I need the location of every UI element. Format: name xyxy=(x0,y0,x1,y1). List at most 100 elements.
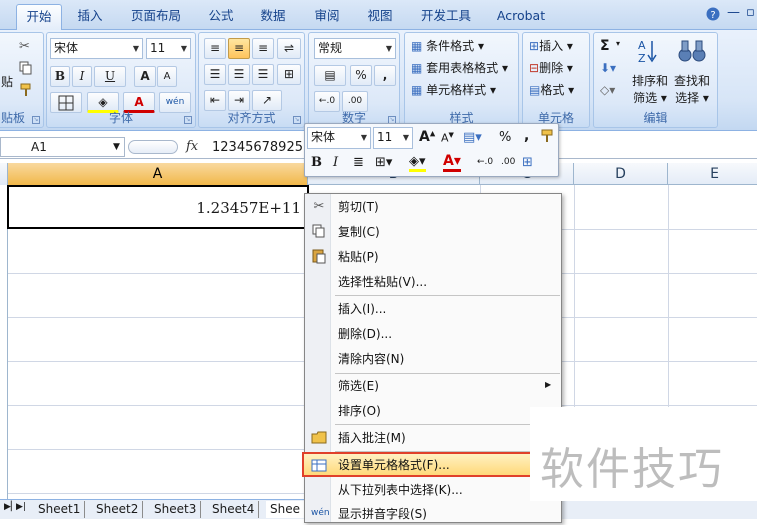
menu-item-insert-comment[interactable]: 插入批注(M) xyxy=(338,427,406,449)
align-bottom-icon[interactable]: ≡ xyxy=(252,38,274,59)
menu-item-copy[interactable]: 复制(C) xyxy=(338,221,380,243)
tab-data[interactable]: 数据 xyxy=(250,4,296,30)
column-header-e[interactable]: E xyxy=(668,163,757,185)
mini-percent-button[interactable]: % xyxy=(499,130,511,145)
sheet-tab-4[interactable]: Sheet4 xyxy=(208,501,260,518)
font-name-combo[interactable]: 宋体 ▼ xyxy=(50,38,143,59)
mini-size-combo[interactable]: 11 ▼ xyxy=(373,127,413,149)
accounting-format-icon[interactable]: ▤ xyxy=(314,65,346,86)
tab-page-layout[interactable]: 页面布局 xyxy=(122,4,190,30)
format-cells-ribbon-button[interactable]: ▤格式 ▾ xyxy=(529,81,574,98)
mini-font-combo[interactable]: 宋体 ▼ xyxy=(307,127,371,149)
menu-item-format-cells[interactable]: 设置单元格格式(F)... xyxy=(338,454,450,476)
tab-acrobat[interactable]: Acrobat xyxy=(490,4,552,30)
tab-review[interactable]: 审阅 xyxy=(304,4,350,30)
menu-item-sort[interactable]: 排序(O) xyxy=(338,400,381,422)
sheet-tab-1[interactable]: Sheet1 xyxy=(34,501,86,518)
sort-filter-button[interactable]: 排序和 筛选 ▾ xyxy=(632,73,668,107)
mini-center-icon[interactable]: ≣ xyxy=(353,155,364,170)
align-top-icon[interactable]: ≡ xyxy=(204,38,226,59)
clipboard-launcher-icon[interactable]: ↘ xyxy=(32,116,40,124)
chevron-down-icon[interactable]: ▼ xyxy=(113,138,120,156)
sheet-nav-next-icon[interactable]: ▶| xyxy=(16,502,26,512)
menu-item-cut[interactable]: 剪切(T) xyxy=(338,196,379,218)
copy-icon[interactable] xyxy=(19,61,33,78)
fill-icon[interactable]: ⬇▾ xyxy=(600,61,616,75)
formula-bar-splitter[interactable] xyxy=(128,140,178,154)
cell-styles-button[interactable]: ▦ 单元格样式 ▾ xyxy=(411,81,496,98)
format-painter-icon[interactable] xyxy=(19,83,33,100)
format-as-table-button[interactable]: ▦ 套用表格格式 ▾ xyxy=(411,59,508,76)
align-center-icon[interactable]: ☰ xyxy=(228,64,250,85)
cell-a1[interactable]: 1.23457E+11 xyxy=(7,185,309,229)
merge-center-icon[interactable]: ⊞ xyxy=(277,64,301,85)
mini-shrink-font-icon[interactable]: A▼ xyxy=(441,131,454,145)
delete-cells-button[interactable]: ⊟删除 ▾ xyxy=(529,59,573,76)
align-right-icon[interactable]: ☰ xyxy=(252,64,274,85)
mini-decrease-decimal-icon[interactable]: .00 xyxy=(501,157,515,167)
font-size-combo[interactable]: 11 ▼ xyxy=(146,38,191,59)
minimize-icon[interactable]: — xyxy=(727,5,740,20)
mini-italic-button[interactable]: I xyxy=(333,155,338,170)
mini-font-color-icon[interactable]: A▾ xyxy=(443,153,461,172)
tab-view[interactable]: 视图 xyxy=(357,4,403,30)
cut-icon[interactable]: ✂ xyxy=(19,39,30,54)
increase-indent-icon[interactable]: ⇥ xyxy=(228,90,250,111)
percent-button[interactable]: % xyxy=(350,65,372,86)
clear-icon[interactable]: ◇▾ xyxy=(600,83,615,97)
sheet-tab-2[interactable]: Sheet2 xyxy=(92,501,144,518)
fx-button[interactable]: fx xyxy=(186,139,198,154)
find-select-button[interactable]: 查找和 选择 ▾ xyxy=(674,73,710,107)
column-header-d[interactable]: D xyxy=(574,163,668,185)
restore-icon[interactable]: ▫ xyxy=(746,5,755,20)
menu-item-insert[interactable]: 插入(I)... xyxy=(338,298,386,320)
formula-input[interactable]: 12345678925 xyxy=(212,140,303,155)
column-header-a[interactable]: A xyxy=(8,163,308,185)
number-format-combo[interactable]: 常规 ▼ xyxy=(314,38,396,59)
mini-comma-button[interactable]: , xyxy=(524,128,529,144)
shrink-font-button[interactable]: A xyxy=(157,66,177,87)
name-box[interactable]: A1 ▼ xyxy=(0,137,125,157)
menu-item-filter[interactable]: 筛选(E) xyxy=(338,375,379,397)
alignment-launcher-icon[interactable]: ↘ xyxy=(293,116,301,124)
tab-developer[interactable]: 开发工具 xyxy=(412,4,480,30)
tab-home[interactable]: 开始 xyxy=(16,4,62,30)
bold-button[interactable]: B xyxy=(50,66,70,87)
comma-button[interactable]: , xyxy=(374,65,396,86)
tab-insert[interactable]: 插入 xyxy=(66,4,114,30)
sheet-tab-3[interactable]: Sheet3 xyxy=(150,501,202,518)
mini-grow-font-icon[interactable]: A▲ xyxy=(419,129,435,145)
decrease-indent-icon[interactable]: ⇤ xyxy=(204,90,226,111)
mini-accounting-icon[interactable]: ▤▾ xyxy=(463,130,482,145)
mini-format-painter-icon[interactable] xyxy=(539,128,555,147)
underline-button[interactable]: U xyxy=(94,66,126,87)
mini-merge-icon[interactable]: ⊞ xyxy=(522,155,533,170)
binoculars-icon[interactable] xyxy=(678,39,706,66)
font-launcher-icon[interactable]: ↘ xyxy=(184,116,192,124)
mini-increase-decimal-icon[interactable]: ←.0 xyxy=(477,157,493,167)
insert-cells-button[interactable]: ⊞插入 ▾ xyxy=(529,37,573,54)
autosum-icon[interactable]: Σ xyxy=(600,38,610,54)
align-left-icon[interactable]: ☰ xyxy=(204,64,226,85)
mini-fill-color-icon[interactable]: ◈▾ xyxy=(409,154,426,172)
menu-item-clear-contents[interactable]: 清除内容(N) xyxy=(338,348,404,370)
mini-bold-button[interactable]: B xyxy=(311,155,322,170)
wrap-text-icon[interactable]: ⇌ xyxy=(277,38,301,59)
help-icon[interactable]: ? xyxy=(706,7,720,25)
menu-item-pick-from-list[interactable]: 从下拉列表中选择(K)... xyxy=(338,479,463,501)
menu-item-show-phonetic[interactable]: 显示拼音字段(S) xyxy=(338,503,427,525)
orientation-icon[interactable]: ↗ xyxy=(252,90,282,111)
sheet-tab-5[interactable]: Shee xyxy=(266,501,305,518)
mini-borders-icon[interactable]: ⊞▾ xyxy=(375,155,392,170)
menu-item-delete[interactable]: 删除(D)... xyxy=(338,323,392,345)
align-middle-icon[interactable]: ≡ xyxy=(228,38,250,59)
italic-button[interactable]: I xyxy=(72,66,92,87)
sort-filter-icon[interactable]: AZ xyxy=(636,37,662,68)
grow-font-button[interactable]: A xyxy=(134,66,156,87)
menu-item-paste[interactable]: 粘贴(P) xyxy=(338,246,379,268)
tab-formulas[interactable]: 公式 xyxy=(198,4,244,30)
conditional-format-button[interactable]: ▦ 条件格式 ▾ xyxy=(411,37,484,54)
select-all-corner[interactable] xyxy=(0,163,8,185)
paste-label[interactable]: 贴 xyxy=(1,73,13,90)
menu-item-paste-special[interactable]: 选择性粘贴(V)... xyxy=(338,271,427,293)
